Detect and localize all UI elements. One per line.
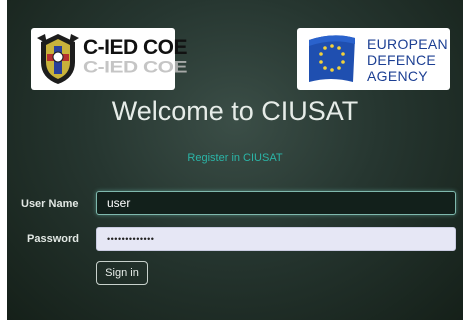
eda-logo: EUROPEAN DEFENCE AGENCY <box>297 28 450 90</box>
username-input[interactable] <box>96 191 456 215</box>
cied-crest-icon <box>37 34 79 84</box>
username-label: User Name <box>21 198 79 210</box>
password-label: Password <box>27 233 79 245</box>
eu-flag-icon <box>309 35 355 82</box>
login-screen: C-IED COE C-IED COE EUROPEAN DEFENCE AGE… <box>7 0 463 320</box>
eda-logo-text: EUROPEAN DEFENCE AGENCY <box>367 36 448 84</box>
cied-logo-text: C-IED COE <box>83 36 188 59</box>
eda-line-3: AGENCY <box>367 68 428 84</box>
register-link[interactable]: Register in CIUSAT <box>7 152 463 164</box>
sign-in-button[interactable]: Sign in <box>96 261 148 285</box>
cied-coe-logo: C-IED COE C-IED COE <box>31 28 188 90</box>
eda-line-2: DEFENCE <box>367 52 436 68</box>
welcome-title: Welcome to CIUSAT <box>111 96 359 126</box>
cied-logo-reflection: C-IED COE <box>83 58 188 77</box>
password-input[interactable] <box>96 227 456 251</box>
eda-line-1: EUROPEAN <box>367 36 448 52</box>
